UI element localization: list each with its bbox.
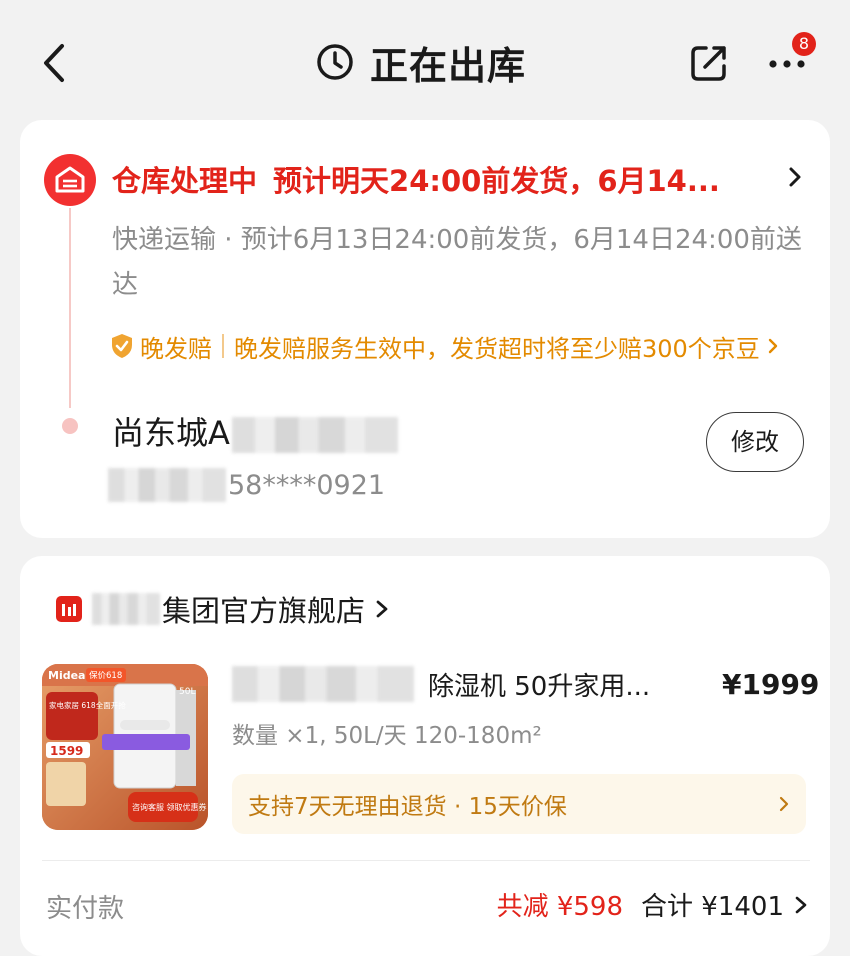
product-title-link[interactable]: 除湿机 50升家用... xyxy=(232,664,692,704)
timeline-dot xyxy=(62,418,78,434)
redacted-text xyxy=(108,468,226,502)
product-price: ¥1999 xyxy=(722,668,820,701)
chevron-right-icon[interactable] xyxy=(785,164,805,190)
share-icon[interactable] xyxy=(688,42,730,84)
chevron-right-icon xyxy=(795,896,807,913)
shield-check-icon xyxy=(112,334,132,358)
thumb-banner: 家电家居 618全面开抢 xyxy=(49,700,126,710)
late-tag: 晚发赔 xyxy=(140,334,212,363)
order-status-card: 仓库处理中 预计明天24:00前发货，6月14... 快递运输 · 预计6月13日… xyxy=(20,120,830,538)
product-thumbnail[interactable]: Midea 保价618 50L 家电家居 618全面开抢 1599 咨询客服 领… xyxy=(42,664,208,830)
thumb-brand: Midea xyxy=(48,669,85,682)
thumb-price: 1599 xyxy=(50,744,83,758)
redacted-text xyxy=(92,593,160,625)
message-count-badge: 8 xyxy=(792,32,816,56)
edit-address-button[interactable]: 修改 xyxy=(706,412,804,472)
redacted-text xyxy=(231,417,398,453)
service-text: 支持7天无理由退货 · 15天价保 xyxy=(248,794,567,820)
timeline-line xyxy=(69,208,71,408)
clock-icon xyxy=(317,44,353,80)
chevron-right-icon xyxy=(376,600,388,618)
thumb-tag: 保价618 xyxy=(89,670,122,681)
late-compensation-row[interactable]: 晚发赔 晚发赔服务生效中，发货超时将至少赔300个京豆 xyxy=(110,328,810,364)
divider xyxy=(222,334,224,358)
thumb-capacity: 50L xyxy=(179,687,195,697)
total-amount: 合计 ¥1401 xyxy=(641,892,784,922)
thumb-button: 咨询客服 领取优惠券 xyxy=(132,802,207,812)
product-title: 除湿机 50升家用... xyxy=(428,671,651,702)
product-spec: 数量 ×1, 50L/天 120-180m² xyxy=(232,723,542,749)
page-title: 正在出库 xyxy=(370,43,527,88)
top-nav-bar: 正在出库 8 xyxy=(0,0,850,120)
product-card: 集团官方旗舰店 Midea 保价618 50L 家电家居 618全面开抢 159… xyxy=(20,556,830,956)
shop-name: 集团官方旗舰店 xyxy=(162,594,366,628)
divider xyxy=(42,860,810,861)
service-guarantee-bar[interactable]: 支持7天无理由退货 · 15天价保 xyxy=(232,774,806,834)
shipping-status-line[interactable]: 仓库处理中 预计明天24:00前发货，6月14... xyxy=(112,158,772,200)
redacted-text xyxy=(232,666,414,702)
back-arrow-icon[interactable] xyxy=(36,38,76,88)
status-eta: 预计明天24:00前发货，6月14... xyxy=(273,164,720,198)
warehouse-icon xyxy=(44,154,96,206)
payment-summary[interactable]: 共减 ¥598 合计 ¥1401 xyxy=(497,886,808,923)
status-main: 仓库处理中 xyxy=(112,164,258,198)
discount-amount: 共减 ¥598 xyxy=(496,892,624,922)
page-title-group: 正在出库 xyxy=(316,34,526,90)
recipient-name: 尚东城A xyxy=(112,408,398,454)
recipient-phone: 58****0921 xyxy=(108,468,385,502)
late-desc: 晚发赔服务生效中，发货超时将至少赔300个京豆 xyxy=(234,334,760,363)
paid-label: 实付款 xyxy=(46,894,125,924)
chevron-right-icon xyxy=(779,796,789,812)
shop-link[interactable]: 集团官方旗舰店 xyxy=(56,592,389,628)
delivery-info: 快递运输 · 预计6月13日24:00前发货，6月14日24:00前送达 xyxy=(112,225,802,300)
shop-icon xyxy=(56,596,82,622)
chevron-right-icon xyxy=(768,338,778,354)
